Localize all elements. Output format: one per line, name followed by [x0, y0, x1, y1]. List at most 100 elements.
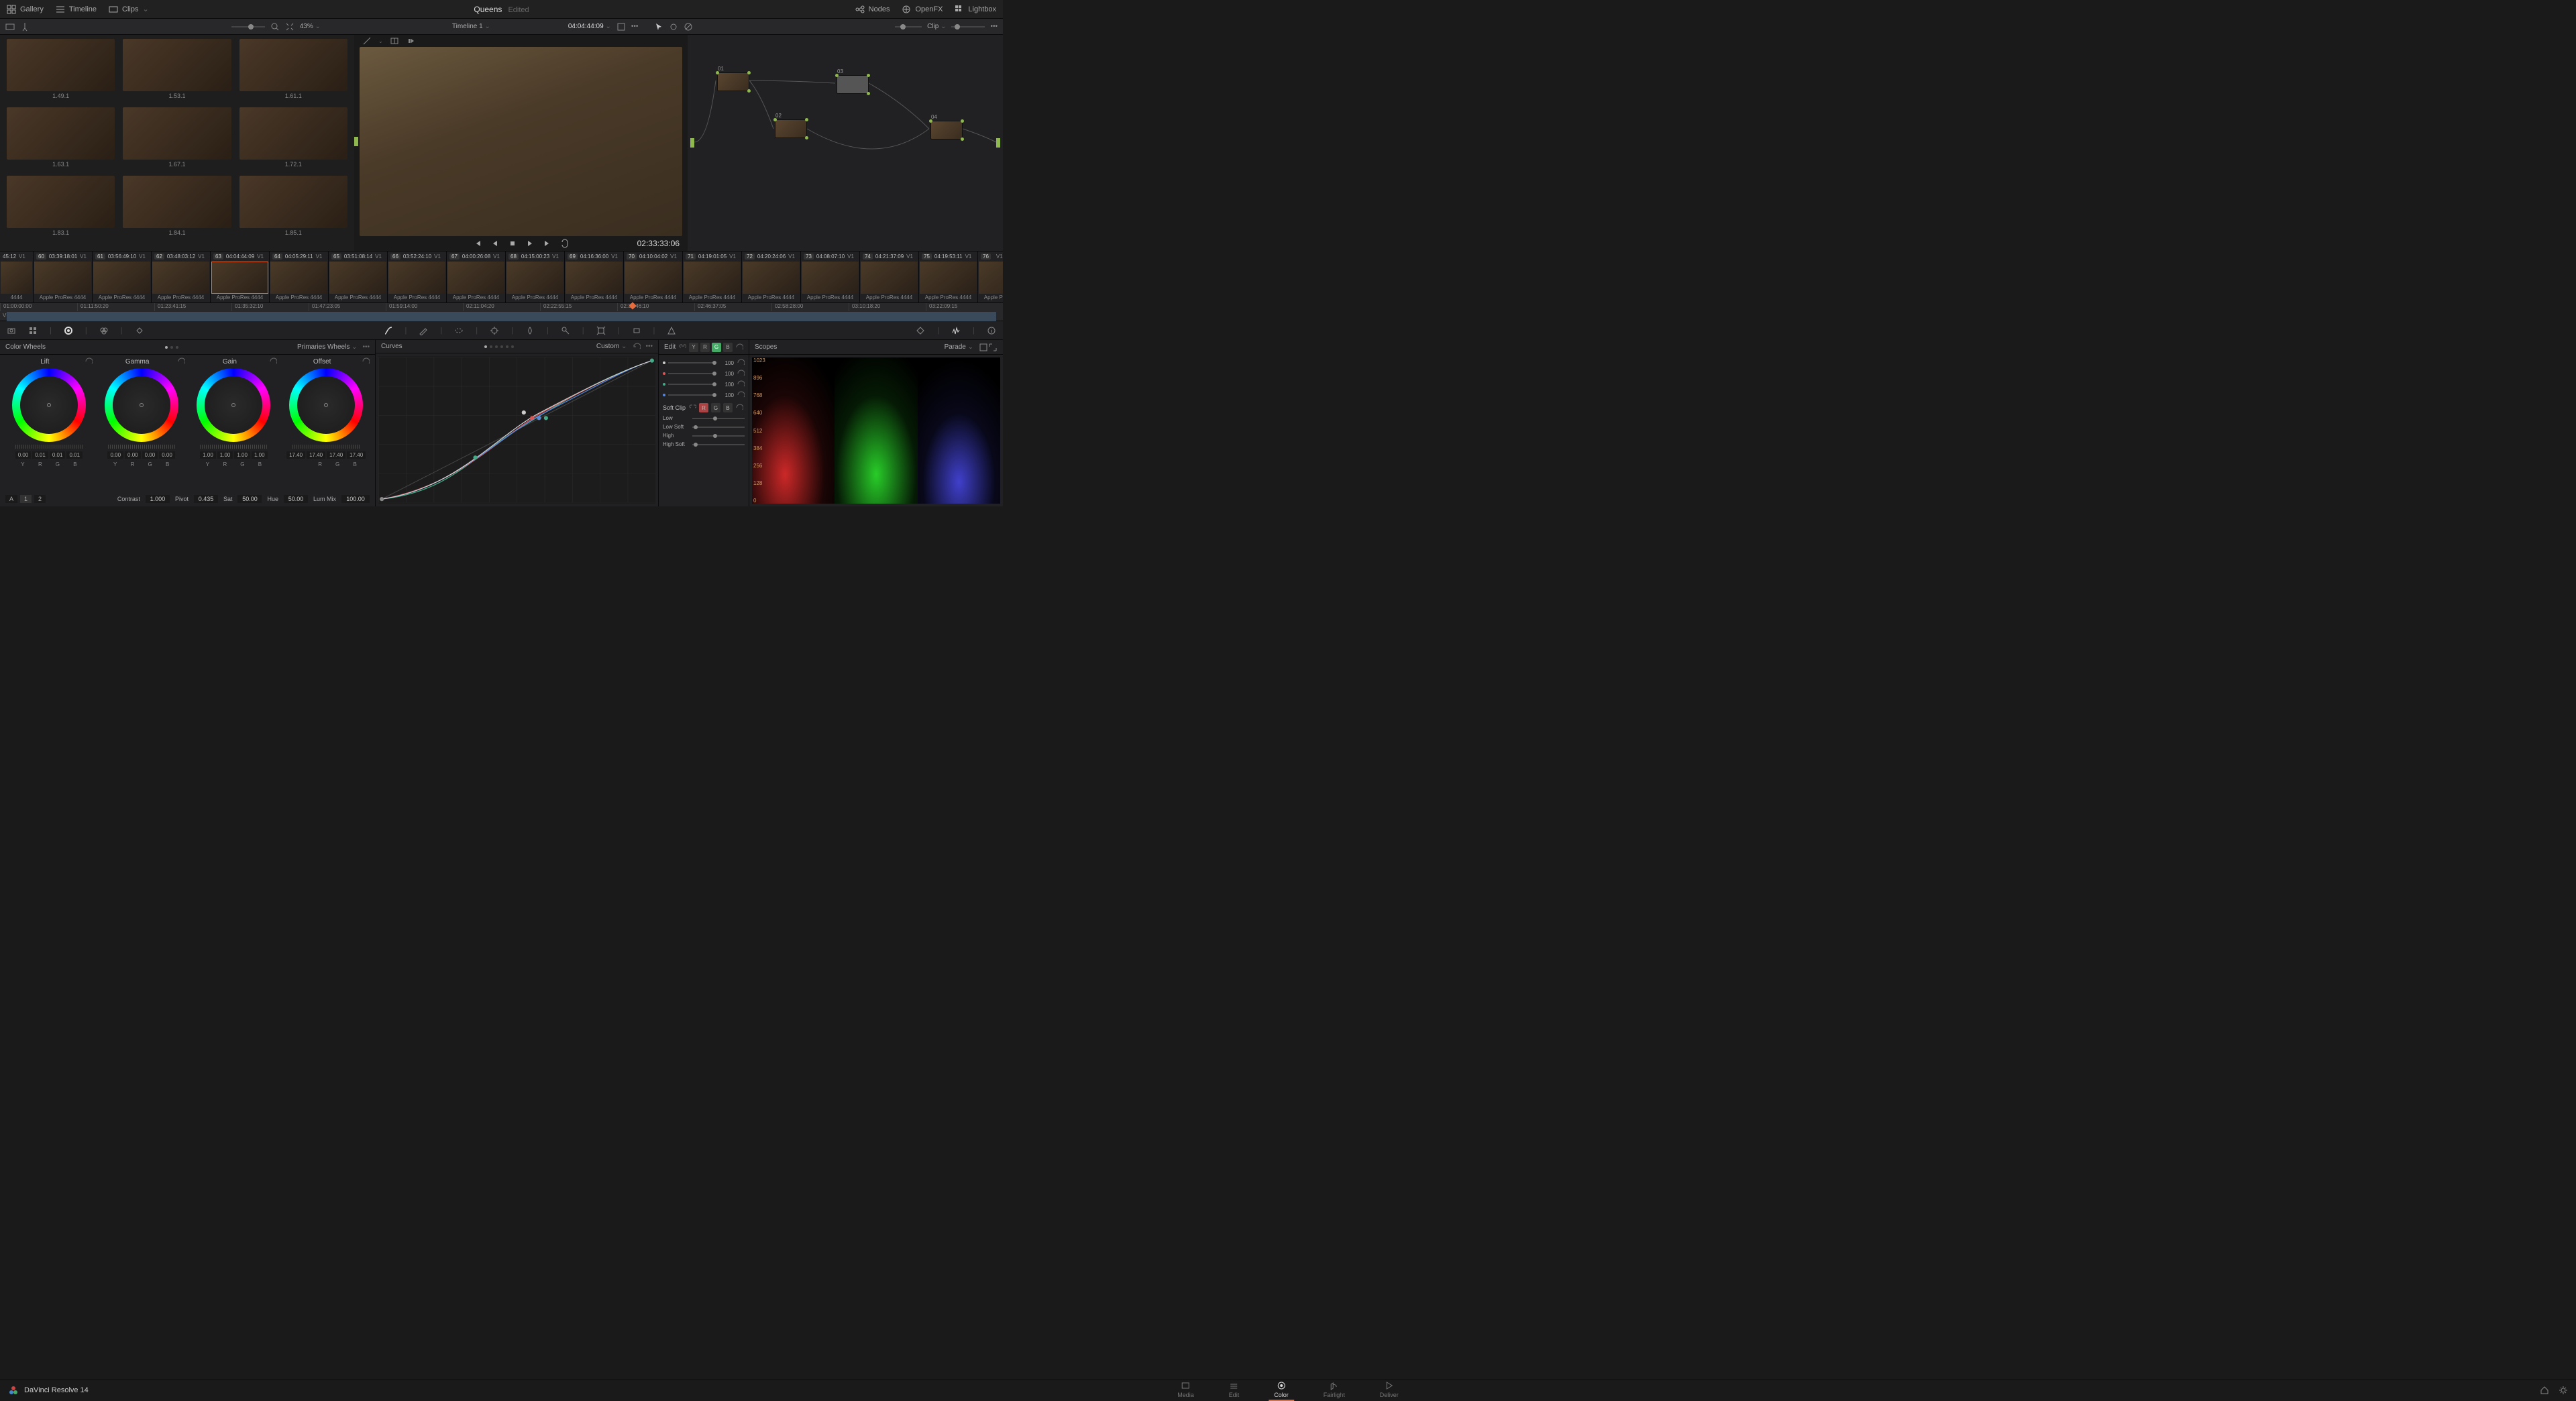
pointer-tool-icon[interactable]: [654, 22, 663, 32]
gallery-item[interactable]: 1.61.1: [239, 39, 347, 99]
edit-page-tab[interactable]: Edit: [1224, 1380, 1245, 1401]
gallery-thumb[interactable]: [123, 39, 231, 91]
color-wheel[interactable]: [289, 368, 363, 442]
hue-input[interactable]: [284, 495, 308, 503]
timeline-toggle[interactable]: Timeline: [56, 5, 97, 14]
clip-thumb[interactable]: [861, 262, 918, 294]
page-1[interactable]: 1: [20, 495, 32, 503]
reset-icon[interactable]: [737, 370, 745, 378]
timeline-clip[interactable]: 7304:08:07:10V1Apple ProRes 4444: [801, 251, 860, 302]
gallery-item[interactable]: 1.53.1: [123, 39, 231, 99]
channel-b-button[interactable]: B: [723, 343, 733, 352]
gallery-item[interactable]: 1.67.1: [123, 107, 231, 168]
reset-icon[interactable]: [85, 357, 93, 366]
curves-tool-icon[interactable]: [384, 326, 393, 335]
viewer-timecode[interactable]: 02:33:33:06: [637, 239, 680, 248]
home-icon[interactable]: [2540, 1386, 2549, 1395]
clip-thumb[interactable]: [152, 262, 209, 294]
more-icon[interactable]: •••: [363, 343, 370, 351]
node-input-marker[interactable]: [690, 138, 694, 148]
settings-gear-icon[interactable]: [2559, 1386, 2568, 1395]
timeline-clip[interactable]: 6203:48:03:12V1Apple ProRes 4444: [152, 251, 211, 302]
data-burn-icon[interactable]: [667, 326, 676, 335]
disable-icon[interactable]: [684, 22, 693, 32]
reset-icon[interactable]: [735, 404, 743, 412]
node-opacity-slider[interactable]: [951, 26, 985, 27]
edit-slider-green[interactable]: 100: [663, 380, 745, 388]
clip-thumb[interactable]: [388, 262, 445, 294]
gallery-thumb[interactable]: [239, 176, 347, 228]
primaries-icon[interactable]: [64, 326, 73, 335]
wheel-values[interactable]: 17.4017.4017.4017.40: [286, 451, 366, 459]
jog-wheel[interactable]: [108, 445, 175, 449]
lightbox-toggle[interactable]: Lightbox: [955, 5, 996, 14]
curves-mode-dropdown[interactable]: Custom: [596, 343, 627, 350]
play-icon[interactable]: [525, 239, 535, 248]
wheel-values[interactable]: 0.000.010.010.01: [15, 451, 83, 459]
gallery-zoom-slider[interactable]: [231, 26, 265, 27]
loop-icon[interactable]: [560, 239, 570, 248]
color-match-icon[interactable]: [28, 326, 38, 335]
motion-effects-icon[interactable]: [135, 326, 144, 335]
stereo-icon[interactable]: [632, 326, 641, 335]
first-frame-icon[interactable]: [473, 239, 482, 248]
media-page-tab[interactable]: Media: [1172, 1380, 1199, 1401]
timeline-clip[interactable]: 7404:21:37:09V1Apple ProRes 4444: [860, 251, 919, 302]
rgb-mixer-icon[interactable]: [99, 326, 109, 335]
timeline-clip[interactable]: 6704:00:26:08V1Apple ProRes 4444: [447, 251, 506, 302]
gallery-thumb[interactable]: [123, 176, 231, 228]
timeline-clip[interactable]: 6904:16:36:00V1Apple ProRes 4444: [565, 251, 624, 302]
gallery-item[interactable]: 1.84.1: [123, 176, 231, 236]
softclip-b-button[interactable]: B: [723, 403, 733, 412]
reset-icon[interactable]: [737, 359, 745, 367]
clip-thumb[interactable]: [920, 262, 977, 294]
tracker-icon[interactable]: [490, 326, 499, 335]
timeline-clip[interactable]: 76V1Apple ProRes 4444: [978, 251, 1003, 302]
color-wheel[interactable]: [197, 368, 270, 442]
split-screen-icon[interactable]: [390, 36, 399, 46]
link-icon[interactable]: [688, 404, 696, 412]
jog-wheel[interactable]: [292, 445, 360, 449]
timeline-ruler[interactable]: 01:00:00:0001:11:50:2001:23:41:1501:35:3…: [0, 302, 1003, 321]
expand-icon[interactable]: [988, 343, 998, 352]
app-logo[interactable]: DaVinci Resolve 14: [8, 1385, 89, 1396]
wheel-values[interactable]: 1.001.001.001.00: [200, 451, 267, 459]
clip-thumb[interactable]: [506, 262, 564, 294]
clip-thumb[interactable]: [684, 262, 741, 294]
clip-thumb[interactable]: [211, 262, 268, 294]
low-slider[interactable]: Low: [663, 415, 745, 421]
timeline-clip[interactable]: 7104:19:01:05V1Apple ProRes 4444: [683, 251, 742, 302]
clip-dropdown[interactable]: Clip: [927, 23, 946, 30]
timeline-clip[interactable]: 6804:15:00:23V1Apple ProRes 4444: [506, 251, 565, 302]
search-icon[interactable]: [270, 22, 280, 32]
gallery-thumb[interactable]: [7, 39, 115, 91]
edit-slider-white[interactable]: 100: [663, 359, 745, 367]
high-slider[interactable]: High: [663, 433, 745, 439]
reset-icon[interactable]: [633, 343, 641, 351]
timeline-clip[interactable]: 6304:04:44:09V1Apple ProRes 4444: [211, 251, 270, 302]
clip-thumb[interactable]: [979, 262, 1003, 294]
timeline-clip[interactable]: 6404:05:29:11V1Apple ProRes 4444: [270, 251, 329, 302]
clip-thumb[interactable]: [34, 262, 91, 294]
clip-thumb[interactable]: [329, 262, 386, 294]
node-more-icon[interactable]: •••: [990, 23, 998, 30]
timeline-clip[interactable]: 6603:52:24:10V1Apple ProRes 4444: [388, 251, 447, 302]
softclip-g-button[interactable]: G: [711, 403, 720, 412]
fairlight-page-tab[interactable]: Fairlight: [1318, 1380, 1350, 1401]
sat-input[interactable]: [237, 495, 262, 503]
reset-icon[interactable]: [735, 343, 743, 351]
color-wheel[interactable]: [105, 368, 178, 442]
node-graph[interactable]: 01 02 03 04: [688, 35, 1003, 251]
page-2[interactable]: 2: [34, 495, 46, 503]
clips-toggle[interactable]: Clips ⌄: [109, 5, 149, 14]
image-wipe-icon[interactable]: [362, 36, 372, 46]
waveform-icon[interactable]: [951, 326, 961, 335]
reset-icon[interactable]: [737, 380, 745, 388]
clip-thumb[interactable]: [625, 262, 682, 294]
fullscreen-icon[interactable]: [616, 22, 626, 32]
jog-wheel[interactable]: [15, 445, 83, 449]
scope-layout-icon[interactable]: [979, 343, 988, 352]
node-04[interactable]: 04: [930, 121, 963, 139]
timeline-clip[interactable]: 6503:51:08:14V1Apple ProRes 4444: [329, 251, 388, 302]
gallery-thumb[interactable]: [7, 107, 115, 160]
